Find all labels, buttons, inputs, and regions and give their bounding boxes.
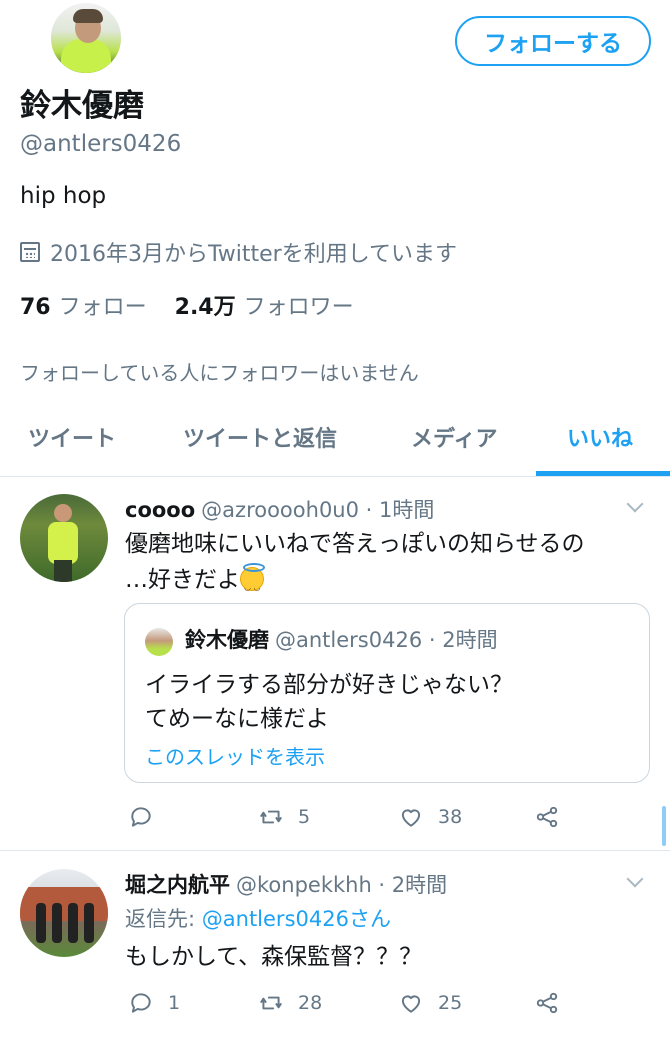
- following-stat[interactable]: 76 フォロー: [20, 289, 147, 321]
- retweet-count: 28: [298, 992, 323, 1014]
- reply-to: 返信先: @antlers0426さん: [125, 903, 391, 933]
- following-count: 76: [20, 295, 51, 320]
- follow-button[interactable]: フォローする: [455, 16, 651, 66]
- quoted-tweet[interactable]: 鈴木優磨 @antlers0426 · 2時間 イライラする部分が好きじゃない？ …: [124, 603, 650, 783]
- reply-to-prefix: 返信先:: [125, 907, 202, 931]
- tweet-text-line: もしかして、森保監督？？？: [125, 944, 423, 970]
- tweet-header: 堀之内航平 @konpekkhh · 2時間: [125, 869, 447, 899]
- tab-tweets-and-replies[interactable]: ツイートと返信: [183, 421, 337, 453]
- calendar-icon: [20, 242, 40, 262]
- share-button[interactable]: [534, 804, 560, 830]
- followers-count: 2.4万: [174, 295, 236, 320]
- quoted-avatar: [145, 628, 173, 656]
- profile-handle: @antlers0426: [20, 131, 182, 157]
- quoted-author-name: 鈴木優磨: [185, 628, 269, 652]
- tweet-text-fragment: …好きだよ: [125, 567, 240, 593]
- joined-text: 2016年3月からTwitterを利用しています: [50, 242, 458, 267]
- tweet-actions: 5 38: [0, 804, 670, 834]
- chevron-down-icon[interactable]: [626, 498, 644, 516]
- retweet-icon: [260, 996, 282, 1010]
- tweet-divider: [0, 850, 670, 851]
- tweet-text: 優磨地味にいいねで答えっぽいの知らせるの …好きだよ: [125, 526, 645, 606]
- heart-icon: [401, 809, 421, 827]
- tweet-text-line: 優磨地味にいいねで答えっぽいの知らせるの: [125, 531, 585, 557]
- tweet-handle-time: @konpekkhh · 2時間: [236, 873, 448, 897]
- like-button[interactable]: 38: [398, 804, 462, 830]
- followers-stat[interactable]: 2.4万 フォロワー: [175, 289, 354, 321]
- tab-media[interactable]: メディア: [411, 421, 497, 453]
- followers-label: フォロワー: [243, 295, 354, 320]
- no-mutual-followers: フォローしている人にフォロワーはいません: [20, 361, 419, 385]
- show-thread-link[interactable]: このスレッドを表示: [145, 741, 325, 770]
- tab-tweets[interactable]: ツイート: [28, 421, 116, 453]
- heart-icon: [401, 995, 421, 1013]
- retweet-button[interactable]: 28: [258, 990, 322, 1016]
- scrollbar[interactable]: [662, 806, 666, 846]
- quoted-text-line: イライラする部分が好きじゃない？: [145, 672, 513, 698]
- smiling-face-with-halo-icon: [240, 563, 265, 606]
- like-button[interactable]: 25: [398, 990, 462, 1016]
- quoted-header: 鈴木優磨 @antlers0426 · 2時間: [185, 624, 498, 654]
- joined-date: 2016年3月からTwitterを利用しています: [20, 236, 457, 268]
- share-icon: [536, 992, 558, 1014]
- active-tab-indicator: [536, 471, 670, 476]
- tab-likes[interactable]: いいね: [567, 421, 633, 453]
- like-count: 38: [438, 806, 463, 828]
- reply-icon: [131, 993, 151, 1013]
- tweet-author-name[interactable]: coooo: [125, 498, 195, 522]
- share-button[interactable]: [534, 990, 560, 1016]
- tweet-author-name[interactable]: 堀之内航平: [125, 873, 230, 897]
- chevron-down-icon[interactable]: [626, 873, 644, 891]
- like-count: 25: [438, 992, 463, 1014]
- reply-icon: [131, 807, 151, 827]
- retweet-count: 5: [298, 806, 311, 828]
- profile-bio: hip hop: [20, 183, 107, 209]
- quoted-handle-time: @antlers0426 · 2時間: [275, 628, 498, 652]
- tweet-header: coooo @azrooooh0u0 · 1時間: [125, 494, 434, 524]
- profile-stats: 76 フォロー 2.4万 フォロワー: [20, 289, 354, 321]
- tweet-actions: 1 28 25: [0, 990, 670, 1020]
- retweet-button[interactable]: 5: [258, 804, 310, 830]
- tweet-avatar[interactable]: [20, 869, 108, 957]
- profile-avatar[interactable]: [48, 0, 124, 76]
- reply-to-handle[interactable]: @antlers0426さん: [202, 907, 391, 931]
- quoted-text-line: てめーなに様だよ: [145, 706, 329, 732]
- reply-button[interactable]: [128, 804, 168, 830]
- tweet-avatar[interactable]: [20, 494, 108, 582]
- reply-count: 1: [168, 992, 181, 1014]
- retweet-icon: [260, 810, 282, 824]
- reply-button[interactable]: 1: [128, 990, 180, 1016]
- tweet-text-line: …好きだよ: [125, 562, 645, 606]
- tweet-text: もしかして、森保監督？？？: [125, 939, 645, 975]
- share-icon: [536, 806, 558, 828]
- following-label: フォロー: [58, 295, 147, 320]
- quoted-text: イライラする部分が好きじゃない？ てめーなに様だよ: [145, 668, 513, 736]
- tweet-handle-time: @azrooooh0u0 · 1時間: [201, 498, 435, 522]
- profile-name: 鈴木優磨: [20, 88, 144, 124]
- profile-tabs: ツイート ツイートと返信 メディア いいね: [0, 405, 670, 477]
